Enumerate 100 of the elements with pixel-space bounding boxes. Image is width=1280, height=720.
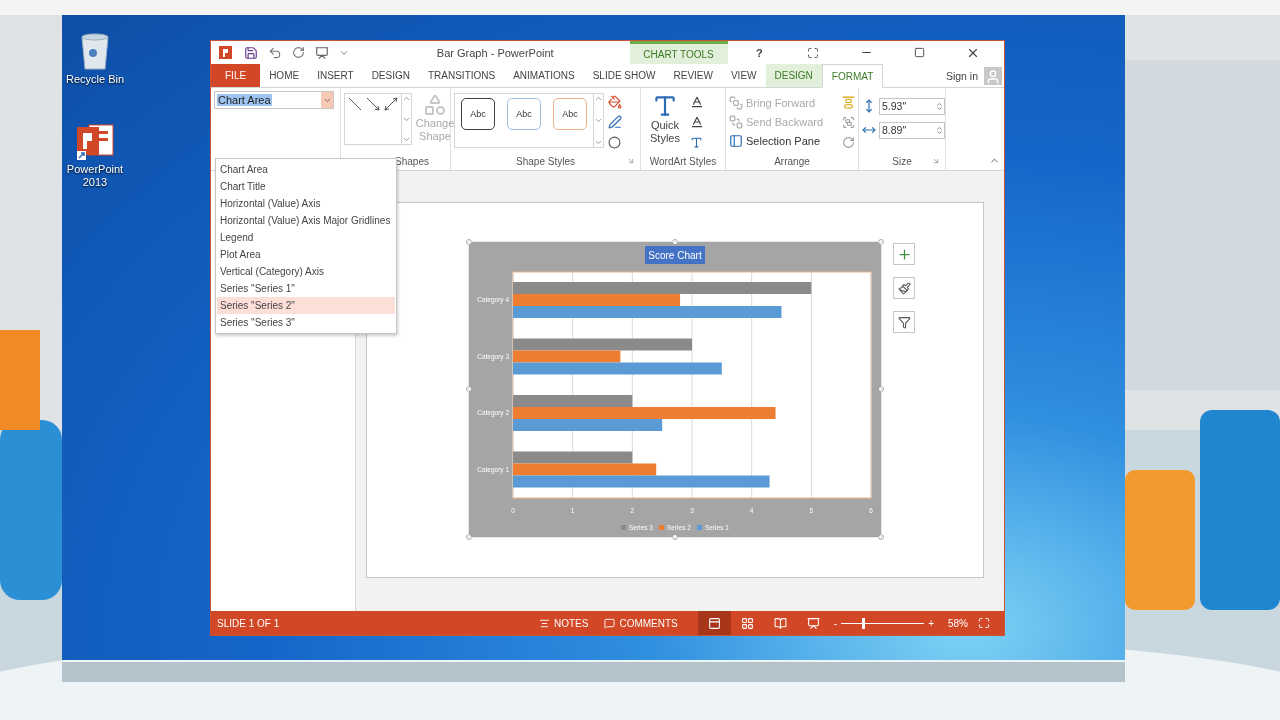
group-label: Size: [892, 155, 912, 167]
chart-styles-button[interactable]: [893, 277, 915, 299]
ribbon-tab[interactable]: HOME: [260, 64, 309, 87]
zoom-out-button[interactable]: -: [829, 611, 842, 635]
ribbon-tab[interactable]: REVIEW: [664, 64, 722, 87]
chart-title[interactable]: Score Chart: [645, 246, 705, 264]
shapes-icon: [423, 93, 447, 117]
desktop-icon-label[interactable]: PowerPoint 2013: [62, 163, 128, 189]
scroll-up-icon[interactable]: [402, 94, 411, 103]
ribbon-tab[interactable]: ANIMATIONS: [504, 64, 584, 87]
view-button[interactable]: [697, 611, 731, 635]
quick-styles-button[interactable]: Quick Styles: [644, 93, 686, 145]
ribbon-tab[interactable]: DESIGN: [765, 64, 822, 87]
bring-forward-icon: [729, 96, 743, 110]
dialog-launcher-icon[interactable]: [627, 157, 635, 165]
align-icon[interactable]: [842, 95, 855, 109]
menu-item[interactable]: Legend: [217, 229, 395, 246]
menu-item[interactable]: Chart Title: [217, 178, 395, 195]
plus-icon: [896, 246, 912, 262]
undo-icon[interactable]: [268, 45, 282, 60]
window-title: Bar Graph - PowerPoint: [435, 46, 555, 59]
save-icon[interactable]: [244, 45, 258, 60]
speech-bubble-icon: [604, 617, 616, 629]
menu-item[interactable]: Series "Series 2": [217, 297, 395, 314]
maximize-icon[interactable]: [913, 47, 925, 58]
text-effects-icon[interactable]: [690, 135, 703, 149]
spinner-icon[interactable]: [935, 125, 944, 135]
filter-icon: [897, 315, 911, 329]
more-icon[interactable]: [594, 138, 603, 147]
resize-handle[interactable]: [466, 386, 472, 392]
comments-button[interactable]: COMMENTS: [596, 611, 686, 635]
ribbon-tab[interactable]: DESIGN: [362, 64, 419, 87]
avatar-icon[interactable]: [984, 66, 1002, 85]
scroll-down-icon[interactable]: [594, 116, 603, 125]
chart-title: Score Chart: [648, 250, 702, 261]
send-backward-icon: [729, 115, 743, 129]
zoom-in-button[interactable]: +: [924, 611, 938, 635]
chart-elements-button[interactable]: [893, 243, 915, 265]
chart-filters-button[interactable]: [893, 311, 915, 333]
text-lines-icon: [539, 617, 550, 629]
menu-item[interactable]: Plot Area: [217, 246, 395, 263]
file-tab[interactable]: FILE: [211, 64, 261, 87]
app-logo-icon[interactable]: [219, 45, 234, 60]
resize-handle[interactable]: [672, 239, 678, 245]
group-label: WordArt Styles: [649, 155, 717, 167]
resize-handle[interactable]: [878, 239, 884, 245]
pen-icon[interactable]: [608, 115, 622, 129]
shape-style-sample[interactable]: Abc: [553, 98, 587, 130]
recycle-bin-icon[interactable]: [79, 33, 111, 71]
dialog-launcher-icon[interactable]: [932, 157, 940, 165]
redo-icon[interactable]: [292, 46, 305, 59]
sign-in-link[interactable]: Sign in: [945, 69, 984, 82]
resize-handle[interactable]: [878, 386, 884, 392]
powerpoint-icon[interactable]: [75, 121, 115, 161]
normal-view-icon: [707, 616, 721, 630]
selection-pane-icon: [729, 134, 743, 148]
more-icon[interactable]: [402, 135, 411, 144]
help-button[interactable]: ?: [751, 46, 767, 59]
group-icon[interactable]: [842, 115, 855, 129]
paint-bucket-icon[interactable]: [608, 95, 622, 109]
size-field[interactable]: 8.89": [879, 121, 945, 139]
effects-icon[interactable]: [608, 135, 621, 149]
paintbrush-icon: [897, 281, 911, 295]
spinner-icon[interactable]: [935, 101, 944, 111]
text-fill-icon[interactable]: [690, 95, 704, 109]
text-style-icon: [652, 93, 678, 119]
zoom-thumb[interactable]: [861, 617, 865, 629]
resize-handle[interactable]: [672, 534, 678, 540]
menu-item[interactable]: Series "Series 1": [217, 280, 395, 297]
menu-item[interactable]: Horizontal (Value) Axis Major Gridlines: [217, 212, 395, 229]
resize-handle[interactable]: [878, 534, 884, 540]
resize-handle[interactable]: [466, 239, 472, 245]
resize-handle[interactable]: [466, 534, 472, 540]
selection-dropdown[interactable]: Chart Area: [214, 91, 334, 109]
arrange-button[interactable]: Selection Pane: [729, 132, 824, 150]
scroll-up-icon[interactable]: [594, 94, 603, 103]
grid-icon: [740, 616, 754, 630]
context-tab-title: CHART TOOLS: [629, 41, 728, 64]
rotate-icon[interactable]: [842, 135, 855, 149]
ribbon-display-icon[interactable]: [807, 46, 820, 59]
ribbon-tab[interactable]: SLIDE SHOW: [583, 64, 665, 87]
menu-item[interactable]: Series "Series 3": [217, 314, 395, 331]
fit-window-icon[interactable]: [978, 617, 990, 629]
notes-button[interactable]: NOTES: [531, 611, 597, 635]
shape-style-sample[interactable]: Abc: [461, 98, 495, 130]
ribbon-tab[interactable]: VIEW: [721, 64, 766, 87]
ribbon-tab[interactable]: INSERT: [308, 64, 363, 87]
presentation-icon[interactable]: [315, 45, 329, 60]
menu-item[interactable]: Chart Area: [217, 161, 395, 178]
text-outline-icon[interactable]: [690, 115, 704, 129]
line-shapes-icon[interactable]: [347, 96, 399, 112]
ribbon-tab[interactable]: FORMAT: [821, 64, 884, 88]
shape-style-sample[interactable]: Abc: [507, 98, 541, 130]
desktop-icon-label[interactable]: Recycle Bin: [62, 73, 128, 86]
group-label: Shape Styles: [516, 155, 575, 167]
ribbon-tab[interactable]: TRANSITIONS: [418, 64, 505, 87]
projector-icon: [806, 616, 820, 630]
size-field[interactable]: 5.93": [879, 97, 945, 115]
menu-item[interactable]: Horizontal (Value) Axis: [217, 195, 395, 212]
menu-item[interactable]: Vertical (Category) Axis: [217, 263, 395, 280]
